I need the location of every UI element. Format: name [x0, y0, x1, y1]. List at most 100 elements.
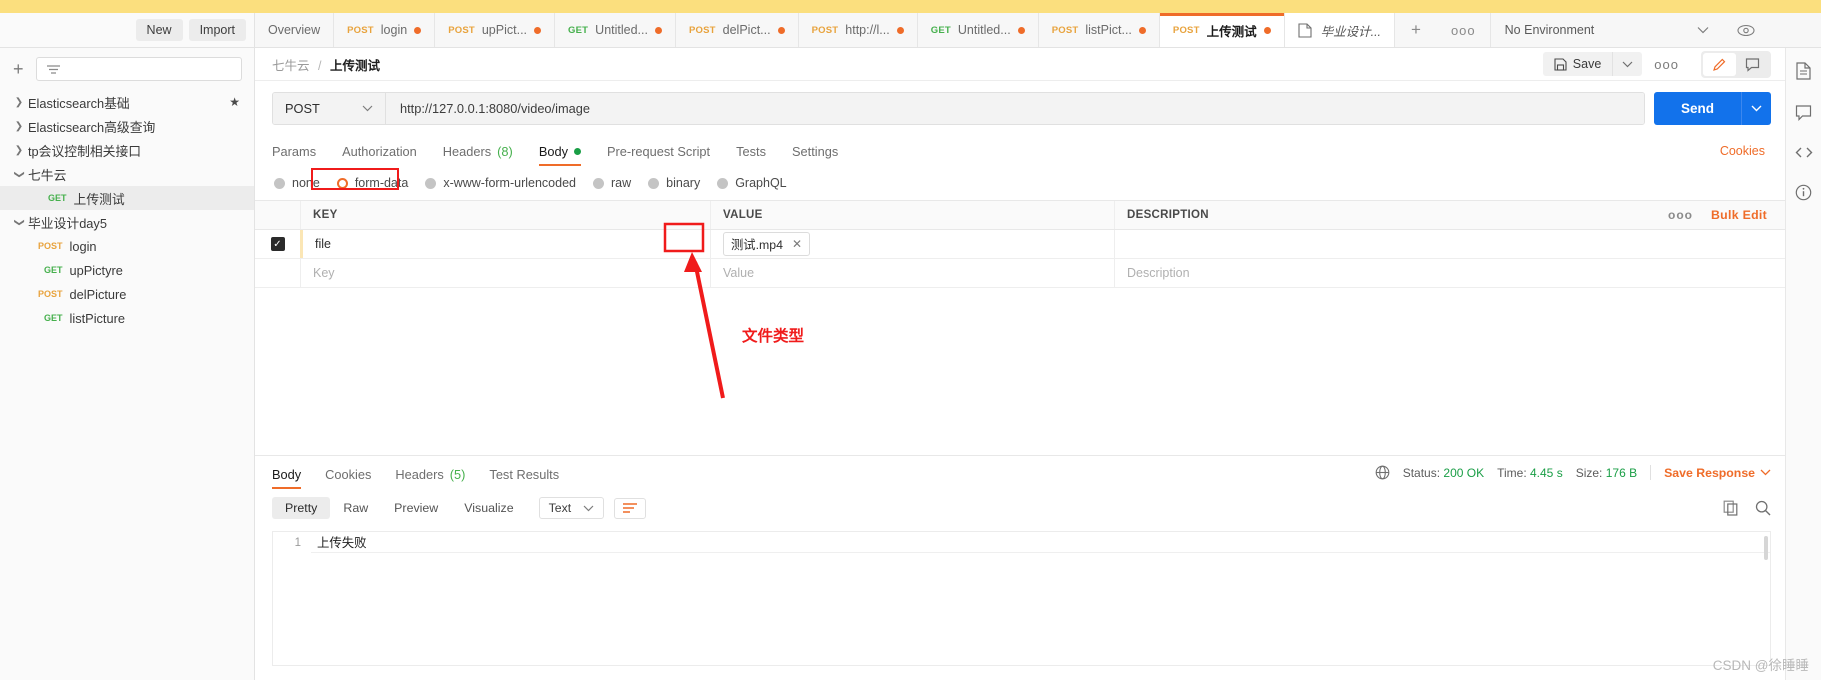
file-chip: 测试.mp4 ✕: [723, 232, 810, 256]
response-scrollbar[interactable]: [1764, 536, 1768, 661]
import-button[interactable]: Import: [188, 19, 246, 41]
document-icon[interactable]: [1795, 62, 1812, 80]
request-more-button[interactable]: ooo: [1642, 52, 1691, 77]
send-options-button[interactable]: [1741, 92, 1771, 125]
sidebar-item-listpicture[interactable]: GET listPicture: [0, 306, 254, 330]
size-value: 176 B: [1605, 465, 1638, 480]
edit-mode-button[interactable]: [1703, 52, 1736, 76]
search-icon[interactable]: [1755, 500, 1771, 516]
copy-icon[interactable]: [1723, 500, 1739, 516]
save-options-button[interactable]: [1612, 52, 1643, 76]
tab-label: http://l...: [845, 23, 890, 37]
radio-icon: [425, 177, 437, 189]
tab-body[interactable]: Body: [538, 144, 582, 166]
response-body-viewer[interactable]: 1 上传失败: [272, 531, 1771, 666]
environment-quick-look-button[interactable]: [1723, 13, 1769, 47]
tabs-more-button[interactable]: ooo: [1437, 13, 1491, 47]
tab-tests[interactable]: Tests: [736, 144, 766, 166]
body-type-label: x-www-form-urlencoded: [443, 176, 576, 190]
row-description-input[interactable]: [1114, 230, 1785, 258]
body-type-binary[interactable]: binary: [648, 176, 700, 190]
info-icon[interactable]: [1795, 184, 1812, 201]
tab-authorization[interactable]: Authorization: [342, 144, 417, 166]
save-button[interactable]: Save: [1542, 52, 1613, 76]
http-method-select[interactable]: POST: [273, 93, 386, 124]
bulk-edit-button[interactable]: Bulk Edit: [1711, 208, 1767, 222]
sidebar-item-login[interactable]: POST login: [0, 234, 254, 258]
sidebar-item-elasticsearch-advanced[interactable]: ❯ Elasticsearch高级查询: [0, 114, 254, 138]
header-left-actions: New Import: [0, 13, 255, 47]
cookies-link[interactable]: Cookies: [1720, 144, 1765, 158]
scrollbar-thumb[interactable]: [1764, 536, 1768, 560]
sidebar-item-label: 七牛云: [28, 167, 67, 183]
tab-login[interactable]: POST login: [334, 13, 436, 47]
tab-untitled-1[interactable]: GET Untitled...: [555, 13, 676, 47]
row-value-cell[interactable]: 测试.mp4 ✕: [710, 230, 1114, 258]
column-header-value: VALUE: [710, 201, 1114, 229]
sidebar-item-qiniu-cloud[interactable]: ❯ 七牛云: [0, 162, 254, 186]
sidebar-item-elasticsearch-basics[interactable]: ❯ Elasticsearch基础 ★: [0, 90, 254, 114]
table-more-button[interactable]: ooo: [1668, 208, 1693, 222]
new-row-description-input[interactable]: Description: [1114, 259, 1785, 287]
body-type-form-data[interactable]: form-data: [336, 176, 408, 190]
view-mode-raw[interactable]: Raw: [330, 497, 381, 519]
tab-untitled-2[interactable]: GET Untitled...: [917, 13, 1039, 47]
sidebar-add-button[interactable]: +: [9, 60, 28, 78]
send-button[interactable]: Send: [1653, 92, 1741, 125]
tab-pre-request-script[interactable]: Pre-request Script: [607, 144, 710, 166]
response-format-select[interactable]: Text: [538, 497, 605, 519]
close-icon[interactable]: ✕: [792, 237, 802, 251]
sidebar-item-label: 毕业设计day5: [28, 215, 107, 231]
comment-mode-button[interactable]: [1736, 53, 1769, 76]
response-tab-cookies[interactable]: Cookies: [325, 467, 371, 489]
row-checkbox[interactable]: ✓: [270, 237, 285, 251]
tab-listpicture[interactable]: POST listPict...: [1038, 13, 1160, 47]
comment-icon[interactable]: [1795, 104, 1812, 121]
sidebar-item-label: upPictyre: [69, 262, 123, 278]
save-response-button[interactable]: Save Response: [1664, 466, 1771, 480]
new-button[interactable]: New: [135, 19, 183, 41]
tab-http-url[interactable]: POST http://l...: [798, 13, 918, 47]
sidebar-filter-input[interactable]: [35, 57, 242, 81]
sidebar-item-tp-meeting-api[interactable]: ❯ tp会议控制相关接口: [0, 138, 254, 162]
url-input[interactable]: http://127.0.0.1:8080/video/image: [386, 93, 1644, 124]
environment-selector[interactable]: No Environment: [1491, 13, 1723, 47]
body-type-raw[interactable]: raw: [593, 176, 631, 190]
response-tab-body[interactable]: Body: [272, 467, 302, 489]
table-row: Key Value Description: [255, 259, 1785, 288]
top-yellow-strip: [0, 0, 1821, 13]
response-tab-headers[interactable]: Headers (5): [395, 467, 465, 489]
tab-settings[interactable]: Settings: [792, 144, 838, 166]
row-key-input[interactable]: file: [300, 230, 710, 258]
add-tab-button[interactable]: +: [1395, 13, 1437, 47]
save-icon: [1554, 57, 1567, 71]
tab-params[interactable]: Params: [272, 144, 316, 166]
sidebar-item-delpicture[interactable]: POST delPicture: [0, 282, 254, 306]
star-icon[interactable]: ★: [229, 95, 240, 109]
tab-document[interactable]: 毕业设计...: [1284, 13, 1396, 47]
code-icon[interactable]: [1795, 145, 1813, 160]
response-tab-test-results[interactable]: Test Results: [489, 467, 559, 489]
tab-overview[interactable]: Overview: [255, 13, 335, 47]
environment-label: No Environment: [1504, 23, 1595, 37]
sidebar-item-upload-test[interactable]: GET 上传测试: [0, 186, 254, 210]
wrap-lines-button[interactable]: [614, 497, 647, 519]
view-mode-pretty[interactable]: Pretty: [272, 497, 331, 519]
tab-upload-test[interactable]: POST 上传测试: [1159, 13, 1285, 47]
body-type-x-www-form-urlencoded[interactable]: x-www-form-urlencoded: [425, 176, 576, 190]
tab-headers[interactable]: Headers (8): [443, 144, 513, 166]
sidebar-item-uppictyre[interactable]: GET upPictyre: [0, 258, 254, 282]
new-row-key-input[interactable]: Key: [300, 259, 710, 287]
breadcrumb-request-name: 上传测试: [329, 58, 380, 73]
body-type-none[interactable]: none: [274, 176, 320, 190]
breadcrumb-collection[interactable]: 七牛云: [272, 59, 310, 73]
sidebar-item-graduation-day5[interactable]: ❯ 毕业设计day5: [0, 210, 254, 234]
response-toolbar: Pretty Raw Preview Visualize Text: [255, 489, 1785, 527]
tab-uppicture[interactable]: POST upPict...: [435, 13, 556, 47]
view-mode-preview[interactable]: Preview: [381, 497, 451, 519]
tab-delpicture[interactable]: POST delPict...: [675, 13, 799, 47]
value-placeholder: Value: [723, 266, 755, 280]
new-row-value-input[interactable]: Value: [710, 259, 1114, 287]
view-mode-visualize[interactable]: Visualize: [451, 497, 526, 519]
body-type-graphql[interactable]: GraphQL: [717, 176, 787, 190]
